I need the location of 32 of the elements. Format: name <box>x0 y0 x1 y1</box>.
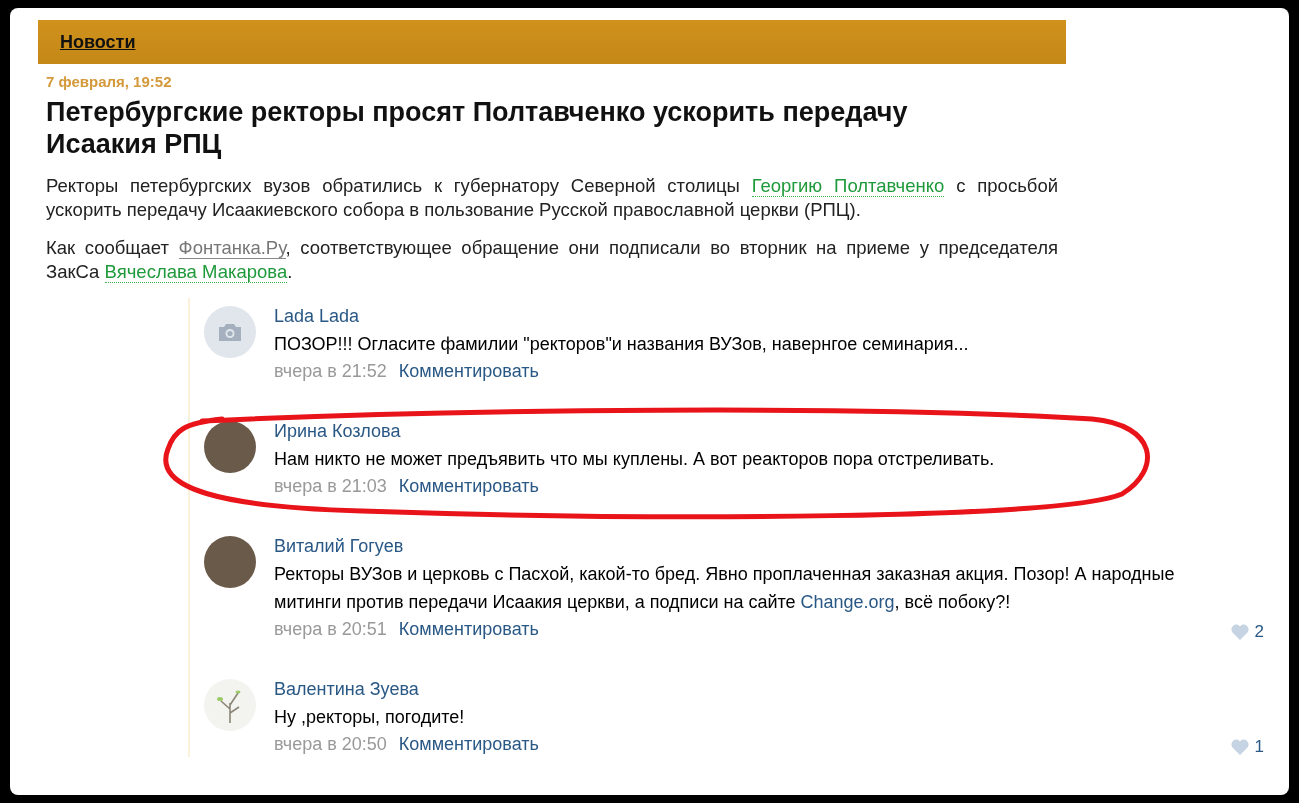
comment-author[interactable]: Валентина Зуева <box>274 675 419 703</box>
comment-time: вчера в 21:03 <box>274 475 387 498</box>
text-link[interactable]: Фонтанка.Ру <box>178 237 286 259</box>
section-link[interactable]: Новости <box>60 31 136 53</box>
comment-author[interactable]: Виталий Гогуев <box>274 532 404 560</box>
text-link[interactable]: Георгию Полтавченко <box>751 175 945 197</box>
comment-author[interactable]: Ирина Козлова <box>274 417 401 445</box>
comment-text: ПОЗОР!!! Огласите фамилии "ректоров"и названия ВУЗов, навернгое семинария... <box>274 333 970 356</box>
article-paragraph: Ректоры петербургских вузов обратились к губернатору Северной столицы Георгию Полтавченко с просьбой ускорить передачу Исаакиевского собора в пользование Русской православной церкви (РПЦ). <box>46 174 1058 222</box>
comment-reply-link[interactable]: Комментировать <box>398 616 539 642</box>
comment-reply-link[interactable]: Комментировать <box>398 473 539 499</box>
photo-placeholder <box>204 536 256 588</box>
comment-time: вчера в 20:50 <box>274 733 387 756</box>
heart-icon[interactable] <box>1230 739 1249 755</box>
photo-placeholder <box>204 421 256 473</box>
comment-author[interactable]: Lada Lada <box>274 302 360 330</box>
like-count: 2 <box>1254 622 1264 642</box>
article-date: 7 февраля, 19:52 <box>46 73 173 90</box>
article-paragraph: Как сообщает Фонтанка.Ру, соответствующее обращение они подписали во вторник на приеме у председателя ЗакСа Вячеслава Макарова. <box>46 236 1058 284</box>
comment-link[interactable]: Change.org <box>800 592 895 612</box>
comment-text: Ну ,ректоры, погодите! <box>274 706 466 729</box>
comment-reply-link[interactable]: Комментировать <box>398 358 539 384</box>
camera-icon <box>217 322 243 342</box>
heart-icon[interactable] <box>1230 624 1249 640</box>
article-title: Петербургские ректоры просят Полтавченко ускорить передачу Исаакия РПЦ <box>46 96 909 160</box>
like-count: 1 <box>1254 737 1264 757</box>
comment-reply-link[interactable]: Комментировать <box>398 731 539 757</box>
comment-time: вчера в 21:52 <box>274 360 387 383</box>
comment-time: вчера в 20:51 <box>274 618 387 641</box>
comment-text: Ректоры ВУЗов и церковь с Пасхой, какой-то бред. Явно проплаченная заказная акция. Позор! А народные митинги против передачи Исаакия церкви, а подписи на сайте Change.org, всё побоку?! <box>274 563 1176 614</box>
comment-text: Нам никто не может предъявить что мы куплены. А вот реакторов пора отстреливать. <box>274 448 996 471</box>
text-link[interactable]: Вячеслава Макарова <box>104 261 288 283</box>
